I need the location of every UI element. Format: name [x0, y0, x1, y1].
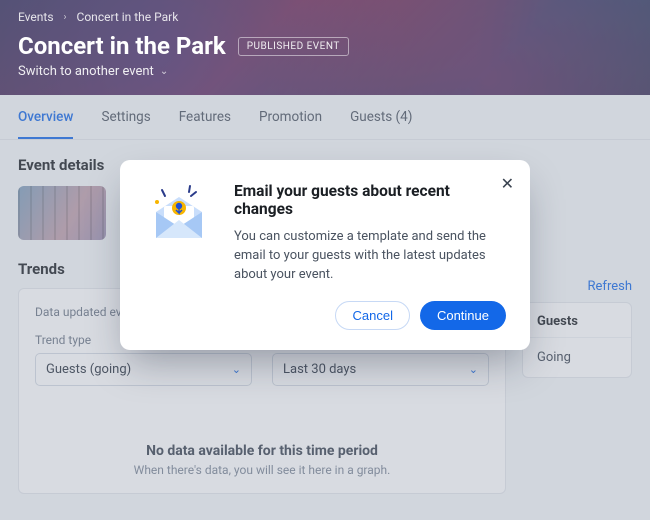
close-icon: ✕ — [501, 176, 514, 193]
cancel-button[interactable]: Cancel — [335, 301, 409, 330]
chevron-down-icon: ⌄ — [160, 66, 168, 77]
email-guests-modal: ✕ Email your guests about recent changes… — [120, 160, 530, 350]
switch-event-dropdown[interactable]: Switch to another event ⌄ — [18, 64, 632, 79]
close-button[interactable]: ✕ — [501, 174, 514, 194]
continue-button[interactable]: Continue — [420, 301, 506, 330]
page-title: Concert in the Park — [18, 32, 226, 60]
switch-event-label: Switch to another event — [18, 64, 154, 79]
modal-title: Email your guests about recent changes — [234, 182, 506, 218]
breadcrumb-root[interactable]: Events — [18, 10, 54, 24]
envelope-icon — [144, 182, 214, 252]
chevron-right-icon: › — [64, 12, 67, 23]
status-badge: PUBLISHED EVENT — [238, 37, 349, 56]
envelope-illustration — [144, 182, 214, 330]
modal-body: You can customize a template and send th… — [234, 228, 506, 285]
breadcrumb: Events › Concert in the Park — [18, 10, 632, 24]
breadcrumb-current: Concert in the Park — [77, 10, 179, 24]
